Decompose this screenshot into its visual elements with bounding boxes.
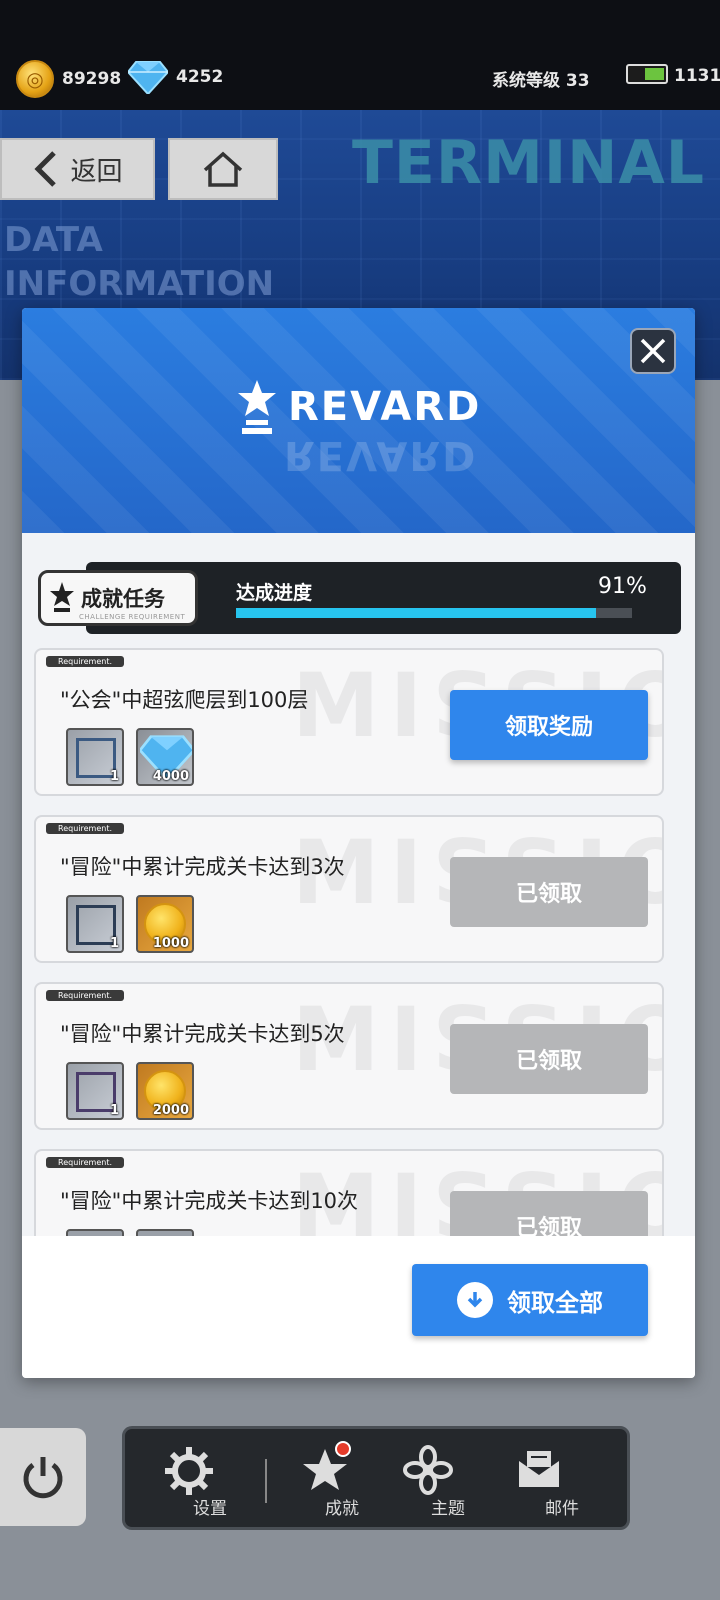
- claim-all-button[interactable]: 领取全部: [412, 1264, 648, 1336]
- progress-bar: [236, 608, 632, 618]
- battery-icon: [626, 64, 668, 84]
- close-button[interactable]: [630, 328, 676, 374]
- progress-bar-fill: [236, 608, 597, 618]
- mission-card: MISSIO Requirement. "冒险"中累计完成关卡达到10次 已领取: [34, 1149, 664, 1236]
- trophy-star-icon: [238, 380, 276, 434]
- power-button[interactable]: [0, 1428, 86, 1526]
- close-icon: [640, 338, 666, 364]
- mission-card: MISSIO Requirement. "公会"中超弦爬层到100层 1 400…: [34, 648, 664, 796]
- gem-counter: 4252: [128, 60, 223, 94]
- reward-gem-item[interactable]: 4000: [136, 728, 194, 786]
- star-icon: [50, 582, 74, 612]
- mission-description: "冒险"中累计完成关卡达到10次: [60, 1189, 359, 1213]
- mission-list[interactable]: MISSIO Requirement. "公会"中超弦爬层到100层 1 400…: [34, 648, 684, 1236]
- reward-item[interactable]: [136, 1229, 194, 1236]
- achievement-tag: 成就任务 CHALLENGE REQUIREMENT: [38, 570, 198, 626]
- reward-coin-item[interactable]: 1000: [136, 895, 194, 953]
- claimed-button[interactable]: 已领取: [450, 857, 648, 927]
- dock-mail-label: 邮件: [545, 1499, 579, 1519]
- progress-percent: 91%: [598, 574, 647, 599]
- requirement-tag: Requirement.: [46, 823, 124, 834]
- dock-divider: [265, 1459, 267, 1503]
- gem-value: 4252: [176, 67, 224, 87]
- progress-label: 达成进度: [236, 582, 313, 604]
- battery-fill: [645, 68, 664, 80]
- banner-subtitle: DATA INFORMATION: [4, 218, 274, 306]
- claimed-button[interactable]: 已领取: [450, 1024, 648, 1094]
- coin-icon: ◎: [16, 60, 54, 98]
- requirement-tag: Requirement.: [46, 656, 124, 667]
- banner-subtitle-line2: INFORMATION: [4, 264, 275, 304]
- claimed-button[interactable]: 已领取: [450, 1191, 648, 1236]
- chevron-left-icon: [34, 151, 57, 187]
- gold-counter: ◎ 89298: [16, 60, 121, 98]
- reward-qty: 4000: [152, 769, 189, 784]
- back-label: 返回: [70, 156, 123, 187]
- dock-settings[interactable]: 设置: [161, 1445, 241, 1521]
- mission-description: "冒险"中累计完成关卡达到3次: [60, 855, 345, 879]
- home-button[interactable]: [168, 138, 278, 200]
- dock-settings-label: 设置: [193, 1499, 227, 1519]
- dock-theme-label: 主题: [431, 1499, 465, 1519]
- reward-frame-item[interactable]: 1: [66, 728, 124, 786]
- system-level: 系统等级 33: [492, 71, 590, 91]
- dock-mail[interactable]: 邮件: [517, 1445, 597, 1521]
- requirement-tag: Requirement.: [46, 1157, 124, 1168]
- banner-subtitle-line1: DATA: [4, 220, 103, 260]
- status-bar: ◎ 89298 4252 系统等级 33 1131: [0, 0, 720, 110]
- reward-qty: 1: [109, 769, 119, 784]
- reward-frame-item[interactable]: 1: [66, 1062, 124, 1120]
- back-button[interactable]: 返回: [0, 138, 155, 200]
- dock-achievements[interactable]: 成就: [301, 1441, 381, 1521]
- battery-value: 1131: [674, 66, 720, 86]
- achievement-tag-label: 成就任务: [81, 587, 165, 611]
- mission-card: MISSIO Requirement. "冒险"中累计完成关卡达到5次 1 20…: [34, 982, 664, 1130]
- reward-coin-item[interactable]: 2000: [136, 1062, 194, 1120]
- reward-qty: 2000: [152, 1103, 189, 1118]
- bottom-dock: 设置 成就 主题 邮件: [122, 1426, 630, 1530]
- mail-icon: [519, 1451, 559, 1487]
- claim-all-label: 领取全部: [507, 1288, 603, 1317]
- mission-card: MISSIO Requirement. "冒险"中累计完成关卡达到3次 1 10…: [34, 815, 664, 963]
- reward-item[interactable]: [66, 1229, 124, 1236]
- flower-icon: [403, 1445, 453, 1495]
- gem-icon: [128, 61, 168, 94]
- reward-modal: REVARD REVARD 成就任务 CHALLENGE REQUIREMENT…: [22, 308, 695, 1378]
- dock-achievements-label: 成就: [325, 1499, 359, 1519]
- requirement-tag: Requirement.: [46, 990, 124, 1001]
- gear-icon: [165, 1447, 213, 1495]
- notification-badge: [335, 1441, 351, 1457]
- modal-title: REVARD: [236, 378, 481, 436]
- modal-title-text: REVARD: [288, 384, 482, 430]
- modal-footer: 领取全部: [22, 1236, 695, 1378]
- reward-qty: 1: [109, 1103, 119, 1118]
- mission-description: "公会"中超弦爬层到100层: [60, 688, 309, 712]
- reward-qty: 1000: [152, 936, 189, 951]
- dock-theme[interactable]: 主题: [403, 1445, 483, 1521]
- download-icon: [457, 1282, 493, 1318]
- reward-frame-item[interactable]: 1: [66, 895, 124, 953]
- power-icon: [23, 1457, 63, 1499]
- achievement-progress: 成就任务 CHALLENGE REQUIREMENT 达成进度 91%: [38, 562, 681, 634]
- modal-header: REVARD REVARD: [22, 308, 695, 533]
- home-icon: [203, 151, 243, 187]
- gold-value: 89298: [62, 69, 122, 89]
- claim-reward-button[interactable]: 领取奖励: [450, 690, 648, 760]
- banner-title: TERMINAL: [352, 128, 706, 198]
- reward-qty: 1: [109, 936, 119, 951]
- mission-description: "冒险"中累计完成关卡达到5次: [60, 1022, 345, 1046]
- achievement-tag-sub: CHALLENGE REQUIREMENT: [79, 613, 186, 621]
- modal-title-reflection: REVARD: [284, 432, 478, 478]
